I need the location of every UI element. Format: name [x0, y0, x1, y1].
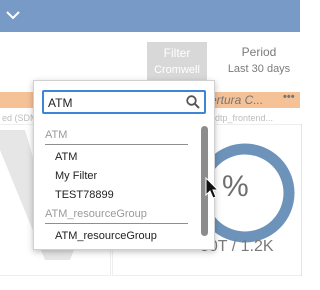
group-divider — [45, 223, 188, 224]
group-label-atm: ATM — [45, 129, 68, 141]
search-box[interactable] — [42, 90, 206, 114]
option-test78899[interactable]: TEST78899 — [55, 189, 114, 201]
group-label-atm-resourcegroup: ATM_resourceGroup — [45, 208, 147, 220]
option-atm[interactable]: ATM — [55, 151, 77, 163]
option-atm-resourcegroup[interactable]: ATM_resourceGroup — [55, 230, 157, 242]
search-icon[interactable] — [186, 95, 200, 109]
group-divider — [45, 144, 188, 145]
option-my-filter[interactable]: My Filter — [55, 170, 97, 182]
mouse-cursor-icon — [205, 177, 219, 199]
search-input[interactable] — [48, 94, 178, 111]
filter-dropdown: ATM ATM My Filter TEST78899 ATM_resource… — [33, 80, 215, 250]
